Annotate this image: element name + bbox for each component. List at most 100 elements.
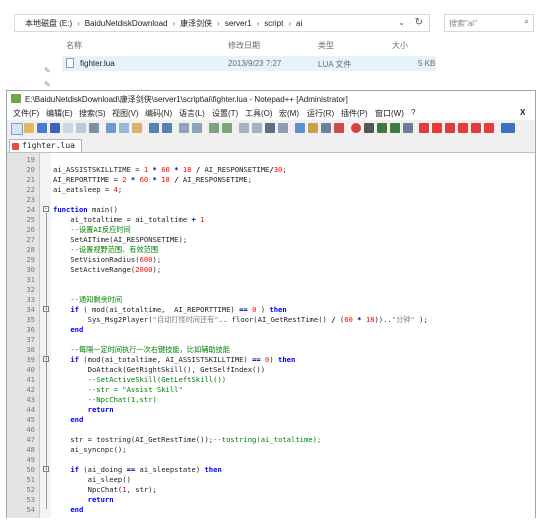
code-line[interactable]: 47 str = tostring(AI_GetRestTime());--to… [7,435,535,445]
code-line[interactable]: 23 [7,195,535,205]
undo-icon[interactable] [149,123,159,133]
code-line[interactable]: 41 --SetActiveSkill(GetLeftSkill()) [7,375,535,385]
column-header-size[interactable]: 大小 [392,40,408,52]
menu-search[interactable]: 搜索(S) [79,108,106,119]
zoom-in-icon[interactable] [209,123,219,133]
menu-edit[interactable]: 编辑(E) [46,108,73,119]
fold-toggle-icon[interactable]: - [43,206,49,212]
column-header-type[interactable]: 类型 [318,40,334,52]
close-file-icon[interactable] [63,123,73,133]
refresh-icon[interactable]: ↻ [415,17,423,28]
code-line[interactable]: 48 ai_syncnpc(); [7,445,535,455]
code-line[interactable]: 50 if (ai_doing == ai_sleepstate) then- [7,465,535,475]
plugin-icon-5[interactable] [471,123,481,133]
code-line[interactable]: 29 SetVisionRadius(600); [7,255,535,265]
breadcrumb-drive[interactable]: 本地磁盘 (E:) [25,18,72,29]
code-line[interactable]: 54 end [7,505,535,515]
code-line[interactable]: 43 --NpcChat(1,str) [7,395,535,405]
menu-help[interactable]: ? [411,108,415,117]
breadcrumb-server1[interactable]: server1 [225,19,252,28]
code-line[interactable]: 44 return [7,405,535,415]
menu-encoding[interactable]: 编码(N) [145,108,172,119]
code-line[interactable]: 39 if (mod(ai_totaltime, AI_ASSISTSKILLT… [7,355,535,365]
pin-icon[interactable]: ✎ [44,66,51,75]
column-header-name[interactable]: 名称 [66,40,82,52]
cut-icon[interactable] [106,123,116,133]
code-line[interactable]: 38 --每隔一定时间执行一次右键技能，比如辅助技能 [7,345,535,355]
code-line[interactable]: 28 --设置视野范围、有效范围 [7,245,535,255]
code-line[interactable]: 42 --str = "Assist Skill" [7,385,535,395]
record-macro-icon[interactable] [351,123,361,133]
code-line[interactable]: 20 ai_ASSISTSKILLTIME = 1 * 60 * 18 / AI_… [7,165,535,175]
code-line[interactable]: 36 end [7,325,535,335]
menu-run[interactable]: 运行(R) [307,108,334,119]
menu-view[interactable]: 视图(V) [112,108,139,119]
monitor-icon[interactable] [334,123,344,133]
close-all-icon[interactable] [76,123,86,133]
code-editor[interactable]: 19 20 ai_ASSISTSKILLTIME = 1 * 60 * 18 / A… [7,153,535,518]
code-line[interactable]: 52 NpcChat(1, str); [7,485,535,495]
new-file-icon[interactable] [11,123,23,135]
doc-map-icon[interactable] [295,123,305,133]
menu-window[interactable]: 窗口(W) [375,108,404,119]
save-all-icon[interactable] [50,123,60,133]
plugin-icon-3[interactable] [445,123,455,133]
column-header-date[interactable]: 修改日期 [228,40,260,52]
play-macro-icon[interactable] [377,123,387,133]
code-line[interactable]: 53 return [7,495,535,505]
function-list-icon[interactable] [308,123,318,133]
code-line[interactable]: 46 [7,425,535,435]
search-input[interactable]: 搜索"ai" ⌕ [444,14,534,32]
address-bar[interactable]: 本地磁盘 (E:) › BaiduNetdiskDownload › 康泽剑侠 › s… [14,14,430,32]
breadcrumb-baidu[interactable]: BaiduNetdiskDownload [85,19,168,28]
title-bar[interactable]: E:\BaiduNetdiskDownload\康泽剑侠\server1\scr… [7,91,535,106]
menu-macro[interactable]: 宏(M) [279,108,299,119]
save-macro-icon[interactable] [403,123,413,133]
zoom-out-icon[interactable] [222,123,232,133]
find-icon[interactable] [179,123,189,133]
sync-scroll-icon[interactable] [239,123,249,133]
code-line[interactable]: 32 [7,285,535,295]
code-line[interactable]: 25 ai_totaltime = ai_totaltime + 1 [7,215,535,225]
code-line[interactable]: 51 ai_sleep() [7,475,535,485]
run-macro-multiple-icon[interactable] [390,123,400,133]
plugin-icon-1[interactable] [419,123,429,133]
pin-icon[interactable]: ✎ [44,80,51,89]
code-line[interactable]: 35 Sys_Msg2Player("自动打怪时间还有".. floor(AI_… [7,315,535,325]
spellcheck-icon[interactable] [501,123,515,133]
code-line[interactable]: 34 if ( mod(ai_totaltime, AI_REPORTTIME)… [7,305,535,315]
code-line[interactable]: 27 SetAITime(AI_RESPONSETIME); [7,235,535,245]
menu-file[interactable]: 文件(F) [13,108,39,119]
menu-language[interactable]: 语言(L) [179,108,205,119]
code-line[interactable]: 37 [7,335,535,345]
code-line[interactable]: 26 --设置AI反应时间 [7,225,535,235]
code-line[interactable]: 24 function main() - [7,205,535,215]
breadcrumb-kangze[interactable]: 康泽剑侠 [180,18,212,29]
stop-macro-icon[interactable] [364,123,374,133]
copy-icon[interactable] [119,123,129,133]
plugin-icon-4[interactable] [458,123,468,133]
code-line[interactable]: 19 [7,155,535,165]
folder-workspace-icon[interactable] [321,123,331,133]
menu-tools[interactable]: 工具(O) [245,108,273,119]
indent-guide-icon[interactable] [278,123,288,133]
word-wrap-icon[interactable] [252,123,262,133]
print-icon[interactable] [89,123,99,133]
code-line[interactable]: 33 --通知剩余时间 [7,295,535,305]
replace-icon[interactable] [192,123,202,133]
breadcrumb-script[interactable]: script [264,19,283,28]
code-line[interactable]: 30 SetActiveRange(2000); [7,265,535,275]
code-line[interactable]: 22 ai_eatsleep = 4; [7,185,535,195]
code-line[interactable]: 45 end [7,415,535,425]
plugin-icon-6[interactable] [484,123,494,133]
file-row[interactable]: fighter.lua 2013/9/23 7:27 LUA 文件 5 KB [62,56,436,71]
redo-icon[interactable] [162,123,172,133]
plugin-icon-2[interactable] [432,123,442,133]
chevron-down-icon[interactable]: ⌄ [398,18,405,27]
code-line[interactable]: 49 [7,455,535,465]
code-line[interactable]: 21 AI_REPORTTIME = 2 * 60 * 18 / AI_RESPO… [7,175,535,185]
close-doc-icon[interactable]: X [520,108,525,117]
code-line[interactable]: 40 DoAttack(GetRightSkill(), GetSelfInde… [7,365,535,375]
code-line[interactable]: 31 [7,275,535,285]
menu-plugins[interactable]: 插件(P) [341,108,368,119]
